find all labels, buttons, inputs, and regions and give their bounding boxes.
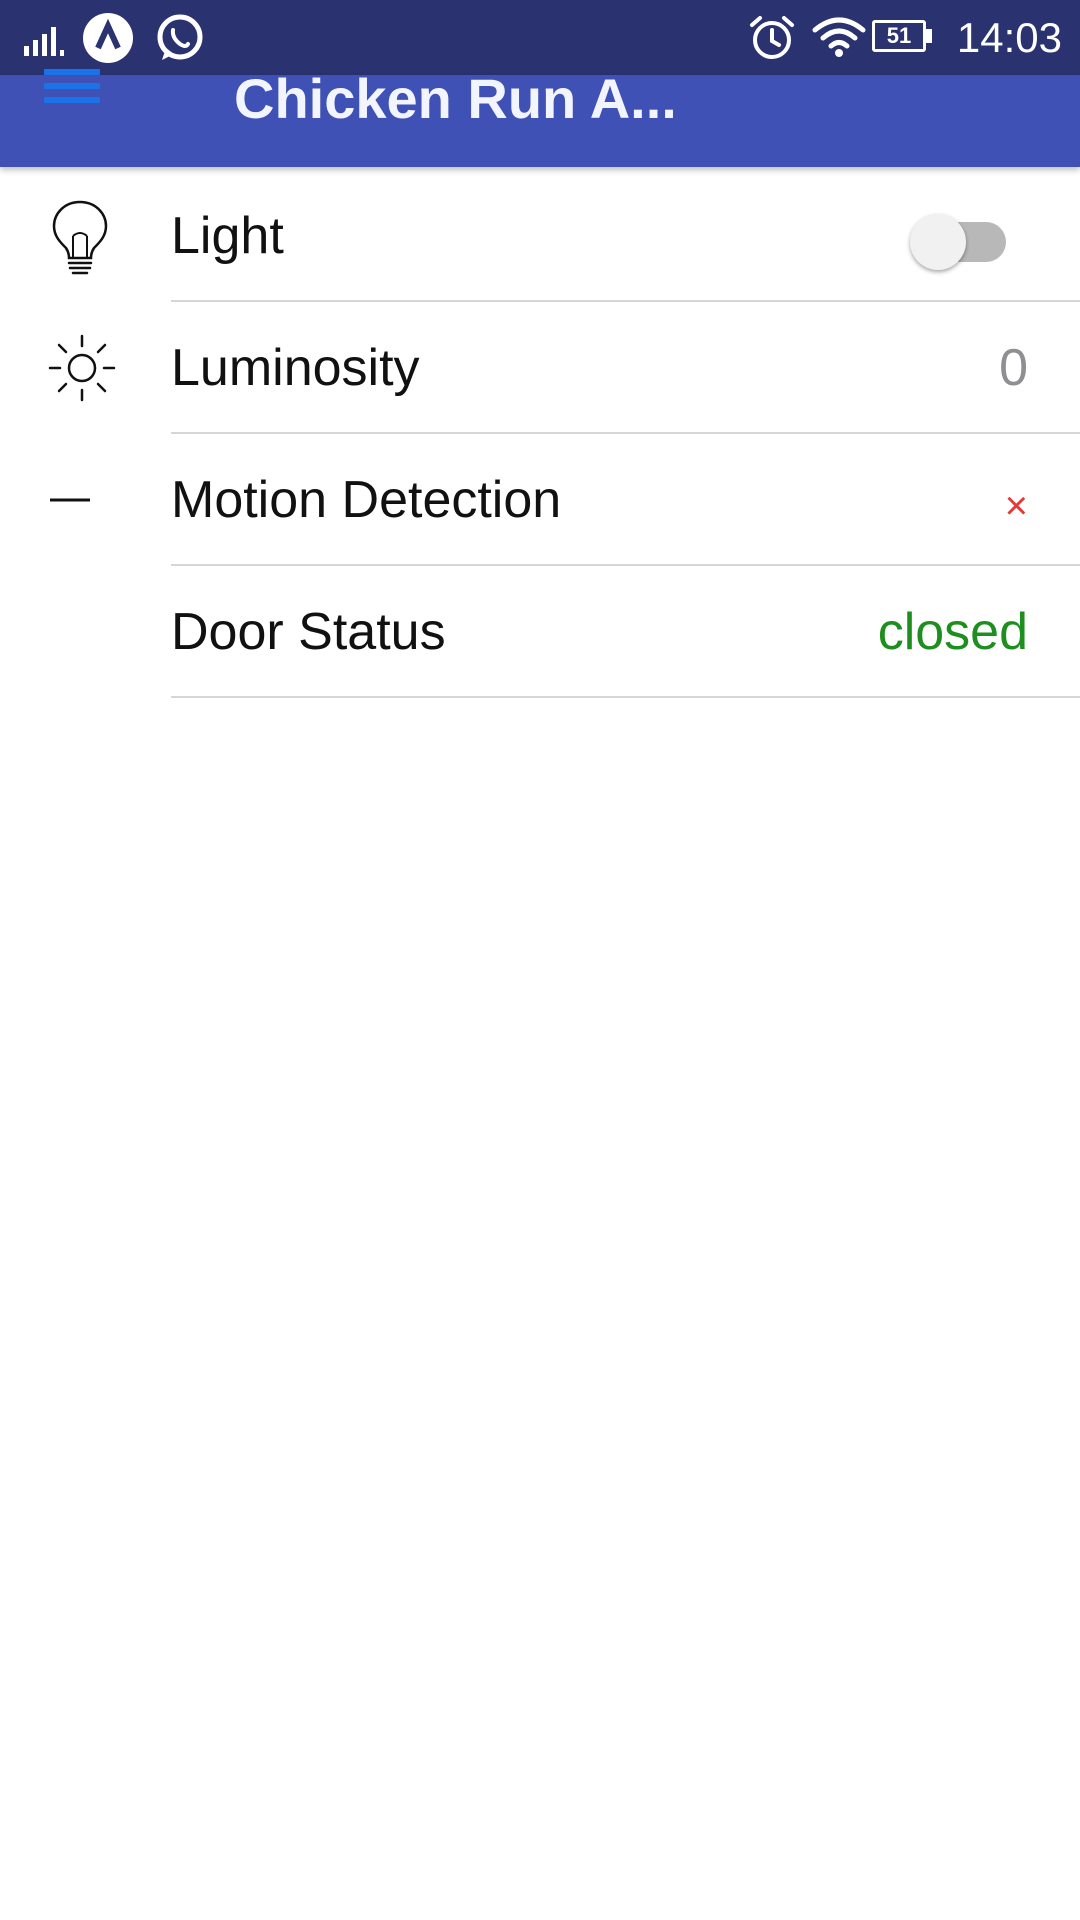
battery-icon: 51: [872, 20, 936, 56]
light-label: Light: [171, 207, 284, 265]
luminosity-value: 0: [999, 339, 1028, 397]
page-title: Chicken Run A...: [234, 67, 677, 130]
list-item-light: Light: [0, 170, 1080, 302]
sensor-list: Light Luminosity 0 Motion Detection × Do…: [0, 170, 1080, 698]
luminosity-label: Luminosity: [171, 339, 420, 397]
door-status-label: Door Status: [171, 603, 446, 661]
divider: [171, 696, 1080, 698]
light-toggle[interactable]: [910, 208, 1010, 270]
motion-detection-value: ×: [1004, 484, 1028, 528]
alarm-icon: [750, 16, 794, 59]
list-item-luminosity: Luminosity 0: [0, 302, 1080, 434]
app-bar: Chicken Run A...: [0, 67, 1080, 167]
list-item-door-status: Door Status closed: [0, 566, 1080, 698]
clock-time: 14:03: [956, 14, 1062, 61]
wifi-icon: [812, 17, 866, 57]
toggle-thumb: [910, 214, 966, 270]
dash-icon: [50, 498, 90, 502]
motion-detection-label: Motion Detection: [171, 471, 562, 529]
signal-icon: [24, 27, 64, 56]
whatsapp-icon: [157, 14, 203, 60]
list-item-motion-detection: Motion Detection ×: [0, 434, 1080, 566]
battery-level: 51: [886, 23, 912, 48]
sun-icon: [48, 334, 116, 402]
door-status-value: closed: [877, 603, 1028, 661]
lightbulb-icon: [52, 200, 108, 275]
hamburger-menu-icon[interactable]: [44, 69, 100, 109]
app-notification-icon: [83, 13, 133, 63]
